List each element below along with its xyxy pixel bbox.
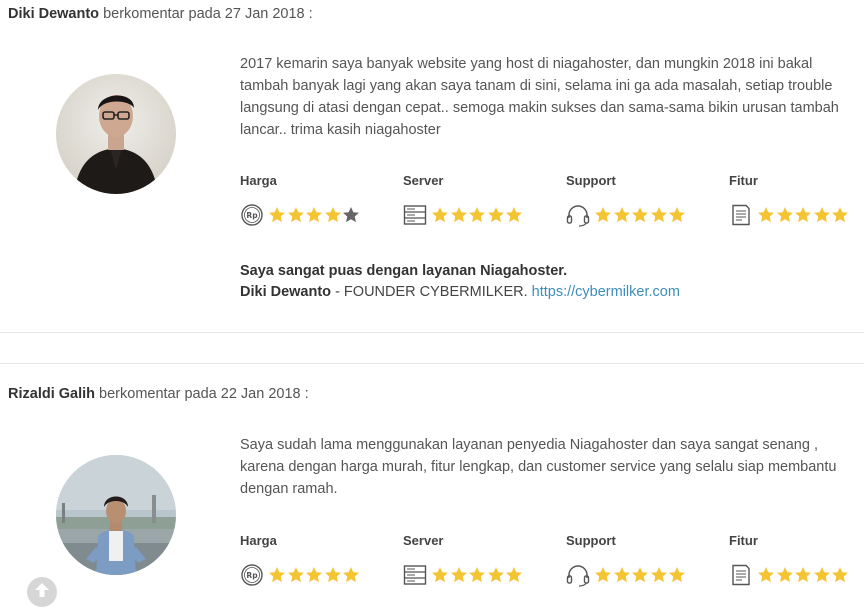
star-filled-icon — [487, 567, 504, 583]
rating-label: Fitur — [729, 533, 758, 548]
star-rating — [431, 566, 524, 584]
arrow-up-icon — [33, 581, 51, 604]
star-rating — [757, 566, 850, 584]
rating-server: Server — [403, 533, 566, 603]
avatar — [56, 74, 176, 194]
rating-support: Support — [566, 533, 729, 603]
headset-icon — [566, 203, 590, 227]
star-rating — [431, 206, 524, 224]
star-filled-icon — [632, 567, 648, 583]
document-icon — [729, 563, 753, 587]
document-icon — [729, 203, 753, 227]
star-filled-icon — [613, 207, 630, 223]
summary-title: Saya sangat puas dengan layanan Niagahos… — [240, 263, 568, 279]
star-filled-icon — [669, 207, 685, 223]
star-filled-icon — [632, 207, 648, 223]
star-filled-icon — [669, 567, 685, 583]
review-meta: berkomentar pada 27 Jan 2018 : — [99, 6, 313, 22]
rating-harga: Harga Rp — [240, 173, 403, 243]
star-filled-icon — [776, 567, 793, 583]
star-filled-icon — [506, 207, 522, 223]
rating-fitur: Fitur — [729, 533, 864, 603]
star-filled-icon — [832, 567, 848, 583]
star-filled-icon — [758, 567, 774, 583]
rating-harga: Harga Rp — [240, 533, 403, 603]
rating-label: Server — [403, 173, 444, 188]
server-icon — [403, 563, 427, 587]
star-filled-icon — [776, 207, 793, 223]
server-icon — [403, 203, 427, 227]
rating-support: Support — [566, 173, 729, 243]
avatar — [56, 455, 176, 575]
star-filled-icon — [324, 567, 341, 583]
review-author: Rizaldi Galih — [8, 386, 96, 402]
star-filled-icon — [450, 207, 467, 223]
svg-text:Rp: Rp — [246, 211, 258, 220]
price-tag-icon: Rp — [240, 203, 264, 227]
review-comment: 2017 kemarin saya banyak website yang ho… — [240, 56, 839, 138]
divider — [0, 332, 864, 333]
star-filled-icon — [269, 567, 285, 583]
star-filled-icon — [795, 567, 811, 583]
star-filled-icon — [813, 567, 830, 583]
rating-label: Support — [566, 533, 616, 548]
star-filled-icon — [306, 207, 322, 223]
star-filled-icon — [287, 207, 304, 223]
star-filled-icon — [469, 567, 485, 583]
star-filled-icon — [269, 207, 285, 223]
summary-name: Diki Dewanto — [240, 284, 332, 300]
review-header: Rizaldi Galih berkomentar pada 22 Jan 20… — [8, 386, 309, 402]
star-filled-icon — [432, 567, 448, 583]
star-filled-icon — [287, 567, 304, 583]
star-filled-icon — [324, 207, 341, 223]
star-filled-icon — [343, 567, 359, 583]
svg-text:Rp: Rp — [246, 571, 258, 580]
divider — [0, 363, 864, 364]
price-tag-icon: Rp — [240, 563, 264, 587]
website-link[interactable]: https://cybermilker.com — [532, 284, 680, 300]
rating-label: Fitur — [729, 173, 758, 188]
star-filled-icon — [469, 207, 485, 223]
star-filled-icon — [306, 567, 322, 583]
star-filled-icon — [832, 207, 848, 223]
headset-icon — [566, 563, 590, 587]
rating-label: Harga — [240, 173, 277, 188]
star-rating — [757, 206, 850, 224]
rating-server: Server — [403, 173, 566, 243]
star-filled-icon — [650, 207, 667, 223]
rating-label: Harga — [240, 533, 277, 548]
rating-grid: Harga Rp Server Support Fitur — [240, 173, 864, 243]
review-comment: Saya sudah lama menggunakan layanan peny… — [240, 437, 837, 497]
star-filled-icon — [613, 567, 630, 583]
rating-label: Server — [403, 533, 444, 548]
star-empty-icon — [343, 207, 359, 223]
star-rating — [268, 566, 361, 584]
star-filled-icon — [487, 207, 504, 223]
rating-grid: Harga Rp Server Support Fitur — [240, 533, 864, 603]
star-filled-icon — [506, 567, 522, 583]
rating-fitur: Fitur — [729, 173, 864, 243]
star-filled-icon — [595, 207, 611, 223]
summary-role: - FOUNDER CYBERMILKER. — [331, 284, 532, 300]
review-author: Diki Dewanto — [8, 6, 100, 22]
star-filled-icon — [758, 207, 774, 223]
star-filled-icon — [813, 207, 830, 223]
star-filled-icon — [650, 567, 667, 583]
review-header: Diki Dewanto berkomentar pada 27 Jan 201… — [8, 6, 313, 22]
star-filled-icon — [450, 567, 467, 583]
review-meta: berkomentar pada 22 Jan 2018 : — [95, 386, 309, 402]
star-rating — [594, 566, 687, 584]
star-rating — [268, 206, 361, 224]
scroll-to-top-button[interactable] — [27, 577, 57, 607]
star-filled-icon — [595, 567, 611, 583]
rating-label: Support — [566, 173, 616, 188]
star-rating — [594, 206, 687, 224]
review-summary: Saya sangat puas dengan layanan Niagahos… — [240, 261, 680, 303]
star-filled-icon — [795, 207, 811, 223]
star-filled-icon — [432, 207, 448, 223]
